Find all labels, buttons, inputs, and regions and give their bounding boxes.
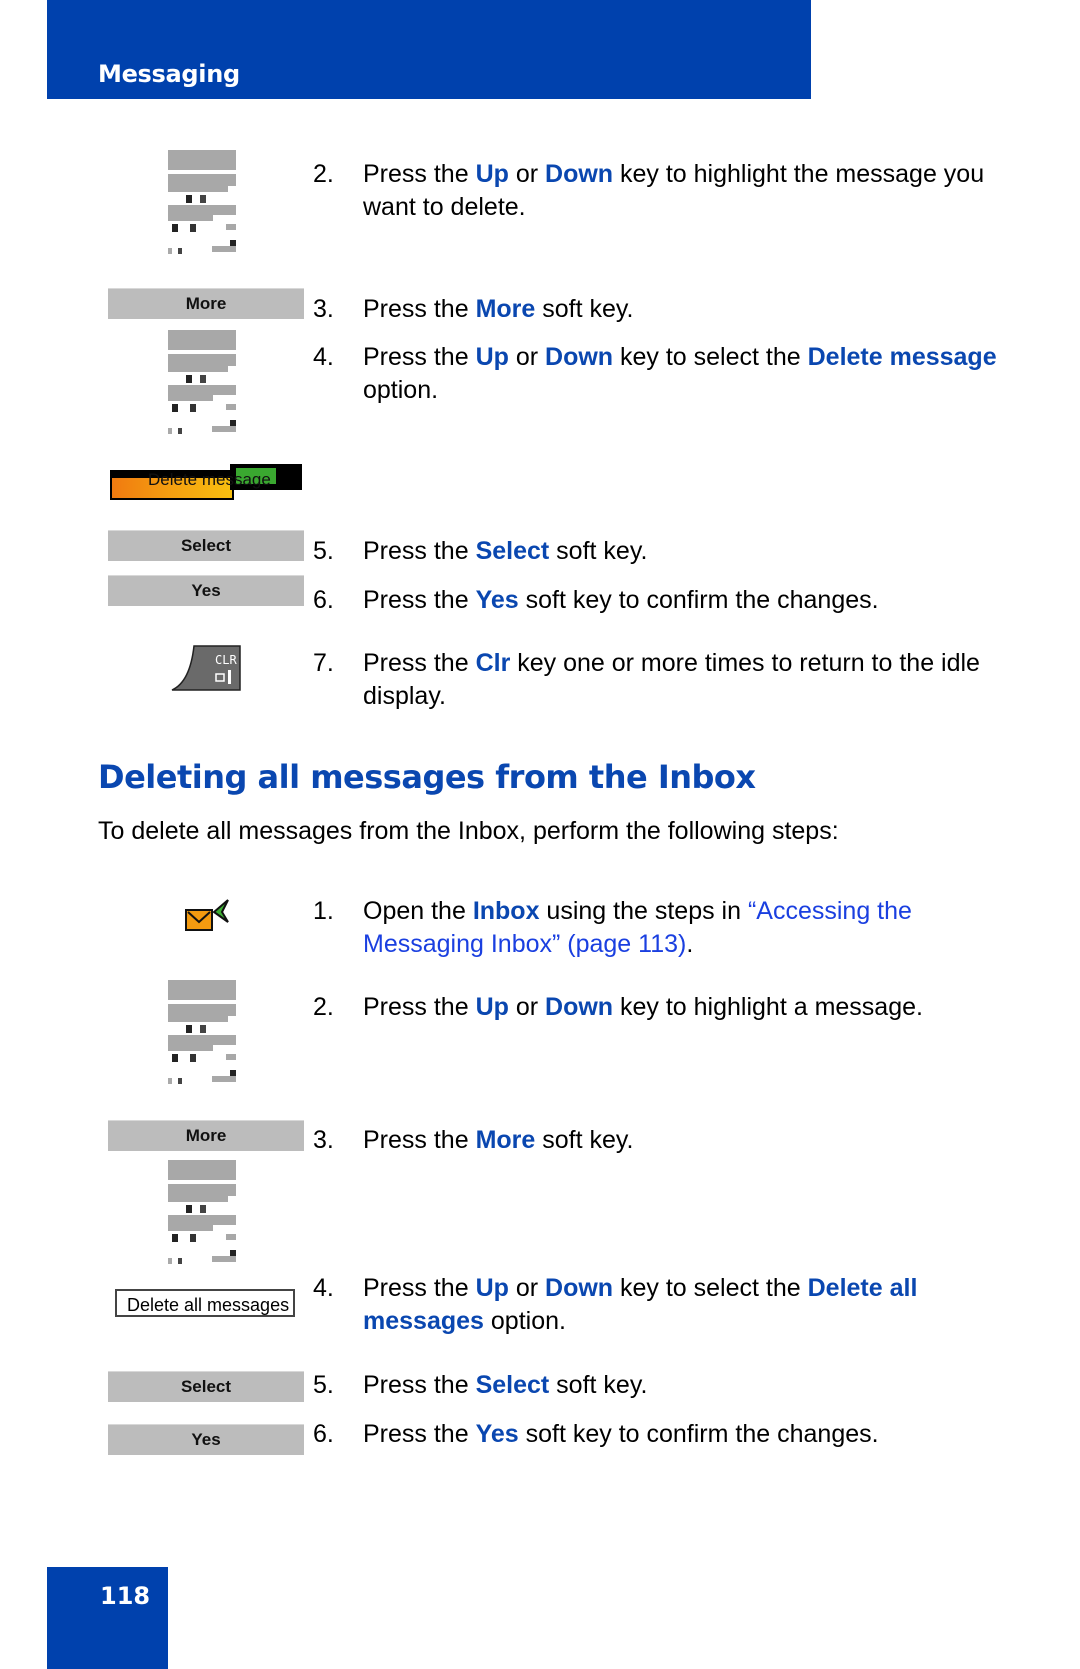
step: 4. Press the Up or Down key to select the… xyxy=(313,341,1013,407)
step: 5. Press the Select soft key. xyxy=(313,535,1013,568)
step-text: Press the Select soft key. xyxy=(363,1371,648,1399)
keyword: Up xyxy=(475,1274,509,1302)
step: 3. Press the More soft key. xyxy=(313,293,1013,326)
highlighted-menu-option: Delete message xyxy=(110,464,302,504)
step: 7. Press the Clr key one or more times to… xyxy=(313,647,1013,713)
keyword: Yes xyxy=(475,1420,519,1448)
keyword: Inbox xyxy=(472,897,540,925)
step-number: 5. xyxy=(313,537,334,565)
step: 4. Press the Up or Down key to select the… xyxy=(313,1272,1013,1338)
keyword: Select xyxy=(475,537,550,565)
navigation-key-icon xyxy=(168,330,236,434)
step: 6. Press the Yes soft key to confirm the … xyxy=(313,1418,1013,1451)
messaging-icon xyxy=(185,899,229,931)
step-text: Press the Clr key one or more times to r… xyxy=(363,649,980,710)
step: 2. Press the Up or Down key to highlight … xyxy=(313,158,1013,224)
keyword: Down xyxy=(545,160,614,188)
keyword: More xyxy=(475,295,536,323)
keyword: Select xyxy=(475,1371,550,1399)
select-softkey[interactable]: Select xyxy=(108,1371,304,1402)
step-text: Press the Up or Down key to select the D… xyxy=(363,1274,918,1335)
keyword: Down xyxy=(545,993,614,1021)
step: 5. Press the Select soft key. xyxy=(313,1369,1013,1402)
step-number: 4. xyxy=(313,1274,334,1302)
keyword: Delete message xyxy=(807,343,997,371)
keyword: Yes xyxy=(475,586,519,614)
step-text: Press the Up or Down key to select the D… xyxy=(363,343,997,404)
cross-reference-link[interactable]: “Accessing the Messaging Inbox” (page 11… xyxy=(363,897,912,958)
step-text: Press the Yes soft key to confirm the ch… xyxy=(363,1420,879,1448)
step-number: 2. xyxy=(313,160,334,188)
more-softkey[interactable]: More xyxy=(108,1120,304,1151)
step: 6. Press the Yes soft key to confirm the … xyxy=(313,584,1013,617)
keyword: More xyxy=(475,1126,536,1154)
step-number: 3. xyxy=(313,295,334,323)
keyword: Delete all messages xyxy=(363,1274,918,1335)
step-text: Open the Inbox using the steps in “Acces… xyxy=(363,897,912,958)
step: 1. Open the Inbox using the steps in “Acc… xyxy=(313,895,1013,961)
step-text: Press the More soft key. xyxy=(363,295,634,323)
keyword: Up xyxy=(475,343,509,371)
keyword: Clr xyxy=(475,649,511,677)
clr-key-label: CLR xyxy=(215,653,237,667)
select-softkey[interactable]: Select xyxy=(108,530,304,561)
step-text: Press the Select soft key. xyxy=(363,537,648,565)
step: 2. Press the Up or Down key to highlight … xyxy=(313,991,1013,1024)
navigation-key-icon xyxy=(168,1160,236,1264)
step-number: 7. xyxy=(313,649,334,677)
step-number: 2. xyxy=(313,993,334,1021)
step-number: 6. xyxy=(313,586,334,614)
more-softkey[interactable]: More xyxy=(108,288,304,319)
step-text: Press the Up or Down key to highlight th… xyxy=(363,160,985,221)
step-number: 5. xyxy=(313,1371,334,1399)
navigation-key-icon xyxy=(168,150,236,254)
delete-message-option-label: Delete message xyxy=(148,470,271,489)
keyword: Down xyxy=(545,343,614,371)
step-text: Press the Up or Down key to highlight a … xyxy=(363,993,923,1021)
keyword: Up xyxy=(475,993,509,1021)
step-text: Press the More soft key. xyxy=(363,1126,634,1154)
chapter-title: Messaging xyxy=(98,60,240,88)
step-number: 6. xyxy=(313,1420,334,1448)
navigation-key-icon xyxy=(168,980,236,1084)
page-number: 118 xyxy=(100,1582,151,1610)
yes-softkey[interactable]: Yes xyxy=(108,575,304,606)
step-number: 1. xyxy=(313,897,334,925)
step-text: Press the Yes soft key to confirm the ch… xyxy=(363,586,879,614)
yes-softkey[interactable]: Yes xyxy=(108,1424,304,1455)
clr-key[interactable]: CLR xyxy=(170,644,242,692)
clr-key-icon xyxy=(171,645,241,691)
step: 3. Press the More soft key. xyxy=(313,1124,1013,1157)
step-number: 4. xyxy=(313,343,334,371)
keyword: Up xyxy=(475,160,509,188)
step-number: 3. xyxy=(313,1126,334,1154)
delete-all-messages-option[interactable]: Delete all messages xyxy=(115,1289,295,1317)
section-heading: Deleting all messages from the Inbox xyxy=(98,758,756,796)
keyword: Down xyxy=(545,1274,614,1302)
intro-text: To delete all messages from the Inbox, p… xyxy=(98,817,839,845)
